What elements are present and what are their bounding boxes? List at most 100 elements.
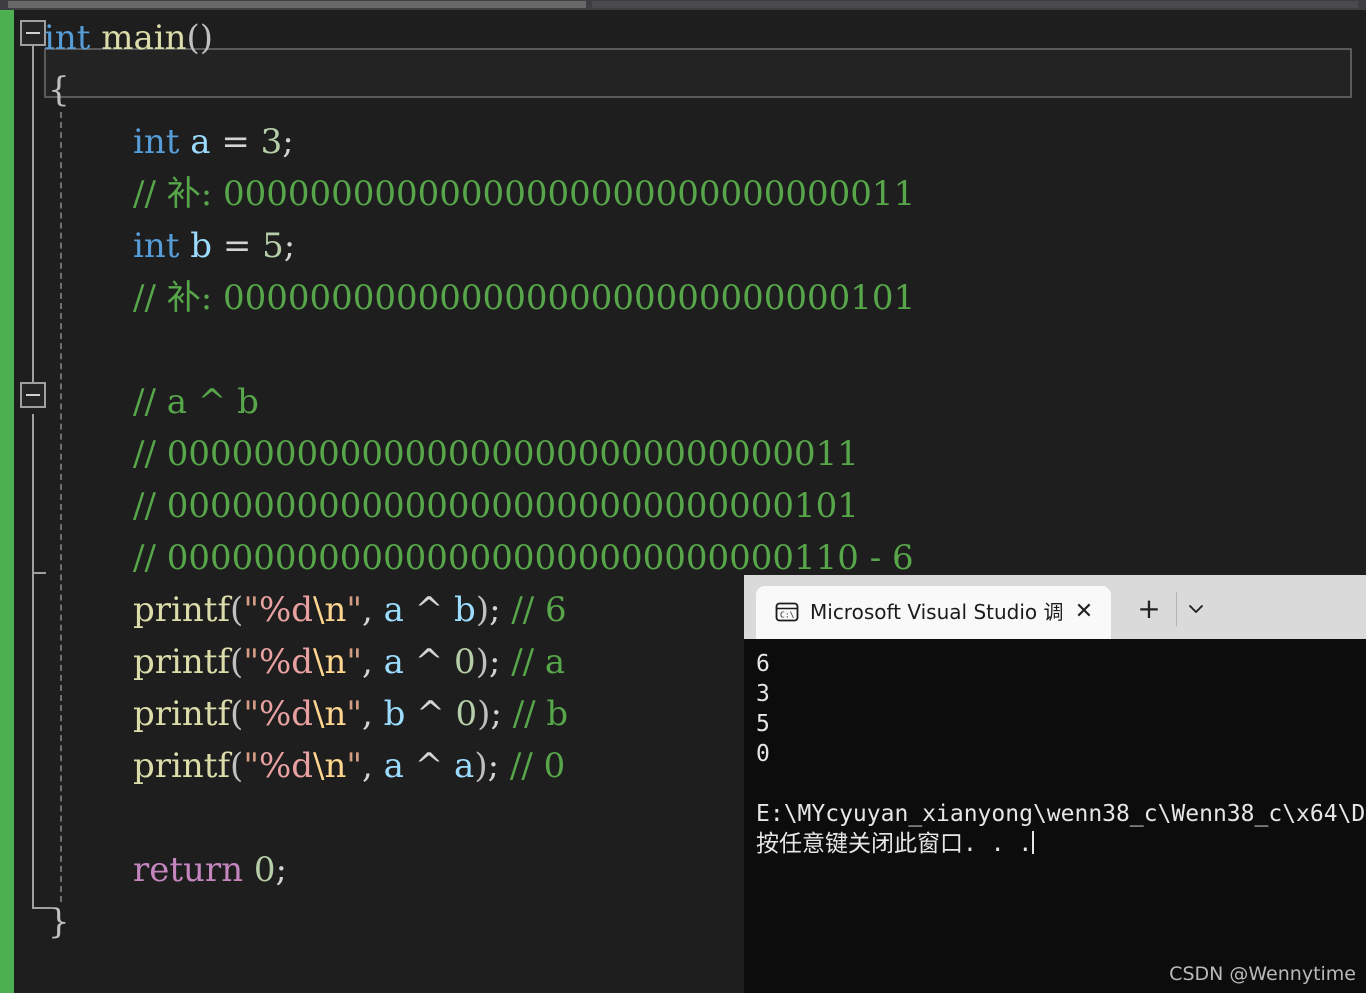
code-line[interactable]: // 00000000000000000000000000000101	[0, 480, 1366, 532]
code-line[interactable]: // 补: 00000000000000000000000000000011	[0, 168, 1366, 220]
code-token: b	[383, 694, 406, 734]
code-line[interactable]: // a ^ b	[0, 376, 1366, 428]
code-line[interactable]: // 补: 00000000000000000000000000000101	[0, 272, 1366, 324]
code-token: =	[212, 226, 263, 266]
code-token: int	[133, 122, 180, 162]
code-token: {	[48, 70, 70, 110]
code-token: %d	[258, 642, 314, 682]
code-token: (	[230, 642, 244, 682]
console-tab[interactable]: C:\ Microsoft Visual Studio 调试控 ✕	[756, 586, 1111, 639]
horizontal-scrollbar-track[interactable]	[592, 1, 1358, 8]
code-token: a	[383, 746, 404, 786]
horizontal-scrollbar[interactable]	[0, 0, 1366, 10]
code-token: a	[383, 642, 404, 682]
code-line[interactable]: // 00000000000000000000000000000011	[0, 428, 1366, 480]
code-line[interactable]: int a = 3;	[0, 116, 1366, 168]
code-token: ^	[403, 642, 455, 682]
code-token: "	[243, 746, 259, 786]
code-token: // 补: 00000000000000000000000000000011	[133, 174, 916, 214]
code-line[interactable]: int b = 5;	[0, 220, 1366, 272]
console-line: E:\MYcyuyan_xianyong\wenn38_c\Wenn38_c\x…	[756, 801, 1366, 827]
code-token: ()	[186, 18, 214, 58]
code-line[interactable]: int main()	[0, 12, 1366, 64]
code-token: // a ^ b	[133, 382, 259, 422]
code-token: ^	[403, 746, 455, 786]
code-token: "	[346, 642, 363, 682]
code-token: )	[475, 642, 489, 682]
code-token: a	[454, 746, 475, 786]
code-token: b	[190, 226, 213, 266]
code-token: "	[346, 746, 363, 786]
code-token: %d	[258, 694, 314, 734]
code-token: ;	[487, 746, 510, 786]
console-line: 按任意键关闭此窗口. . .	[756, 831, 1035, 857]
svg-text:C:\: C:\	[780, 611, 795, 620]
code-token: "	[243, 694, 259, 734]
code-token: // 00000000000000000000000000000011	[133, 434, 859, 474]
code-line[interactable]	[0, 324, 1366, 376]
code-token: 3	[260, 122, 283, 162]
code-token: )	[477, 694, 491, 734]
console-line: 0	[756, 741, 770, 767]
code-token: printf	[133, 590, 231, 630]
console-tab-title: Microsoft Visual Studio 调试控	[810, 600, 1064, 624]
code-token: ;	[282, 122, 294, 162]
code-line[interactable]: {	[0, 64, 1366, 116]
code-token: \n	[313, 642, 347, 682]
code-token: %d	[258, 746, 314, 786]
console-line: 5	[756, 711, 770, 737]
code-token: \n	[313, 694, 347, 734]
terminal-icon: C:\	[774, 599, 800, 625]
code-token: printf	[133, 642, 231, 682]
code-token: ,	[362, 642, 384, 682]
code-token: ;	[489, 590, 512, 630]
code-token: ,	[362, 694, 384, 734]
console-tab-strip[interactable]: C:\ Microsoft Visual Studio 调试控 ✕ +	[744, 575, 1366, 639]
code-token: 5	[262, 226, 284, 266]
console-output[interactable]: 6 3 5 0 E:\MYcyuyan_xianyong\wenn38_c\Wenn38…	[744, 639, 1366, 993]
code-token: %d	[258, 590, 314, 630]
code-token: "	[243, 590, 259, 630]
code-token: "	[243, 642, 259, 682]
chevron-down-icon[interactable]	[1181, 595, 1211, 623]
new-tab-icon[interactable]: +	[1133, 593, 1165, 625]
tab-separator	[1176, 592, 1177, 626]
code-token: // 00000000000000000000000000000110 - 6	[133, 538, 914, 578]
code-token: (	[230, 590, 244, 630]
code-token: ,	[362, 590, 384, 630]
code-token: "	[346, 694, 363, 734]
code-token: // 0	[509, 746, 566, 786]
code-token: }	[48, 902, 70, 942]
code-token: ;	[275, 850, 288, 890]
code-token: a	[190, 122, 211, 162]
code-token: =	[210, 122, 261, 162]
code-token: ,	[362, 746, 384, 786]
code-token: int	[133, 226, 180, 266]
code-token: \n	[313, 746, 347, 786]
code-token: ^	[403, 590, 455, 630]
code-token: 0	[253, 850, 276, 890]
code-token: ;	[490, 694, 513, 734]
console-line: 6	[756, 651, 770, 677]
code-token: printf	[133, 746, 231, 786]
console-line: 3	[756, 681, 770, 707]
code-token: \n	[313, 590, 347, 630]
code-token: ;	[283, 226, 296, 266]
code-token: 0	[455, 694, 478, 734]
debug-console-window[interactable]: C:\ Microsoft Visual Studio 调试控 ✕ + 6 3 5 0…	[744, 575, 1366, 993]
code-token: ^	[405, 694, 456, 734]
horizontal-scrollbar-thumb[interactable]	[8, 1, 586, 8]
code-token: // b	[512, 694, 569, 734]
close-icon[interactable]: ✕	[1071, 599, 1097, 625]
watermark: CSDN @Wennytime	[1169, 963, 1356, 985]
code-token: b	[454, 590, 476, 630]
code-token: main	[101, 18, 187, 58]
code-token: int	[44, 18, 91, 58]
code-token: a	[383, 590, 404, 630]
code-token: // 6	[511, 590, 567, 630]
code-token: return	[133, 850, 244, 890]
code-token: )	[475, 590, 490, 630]
